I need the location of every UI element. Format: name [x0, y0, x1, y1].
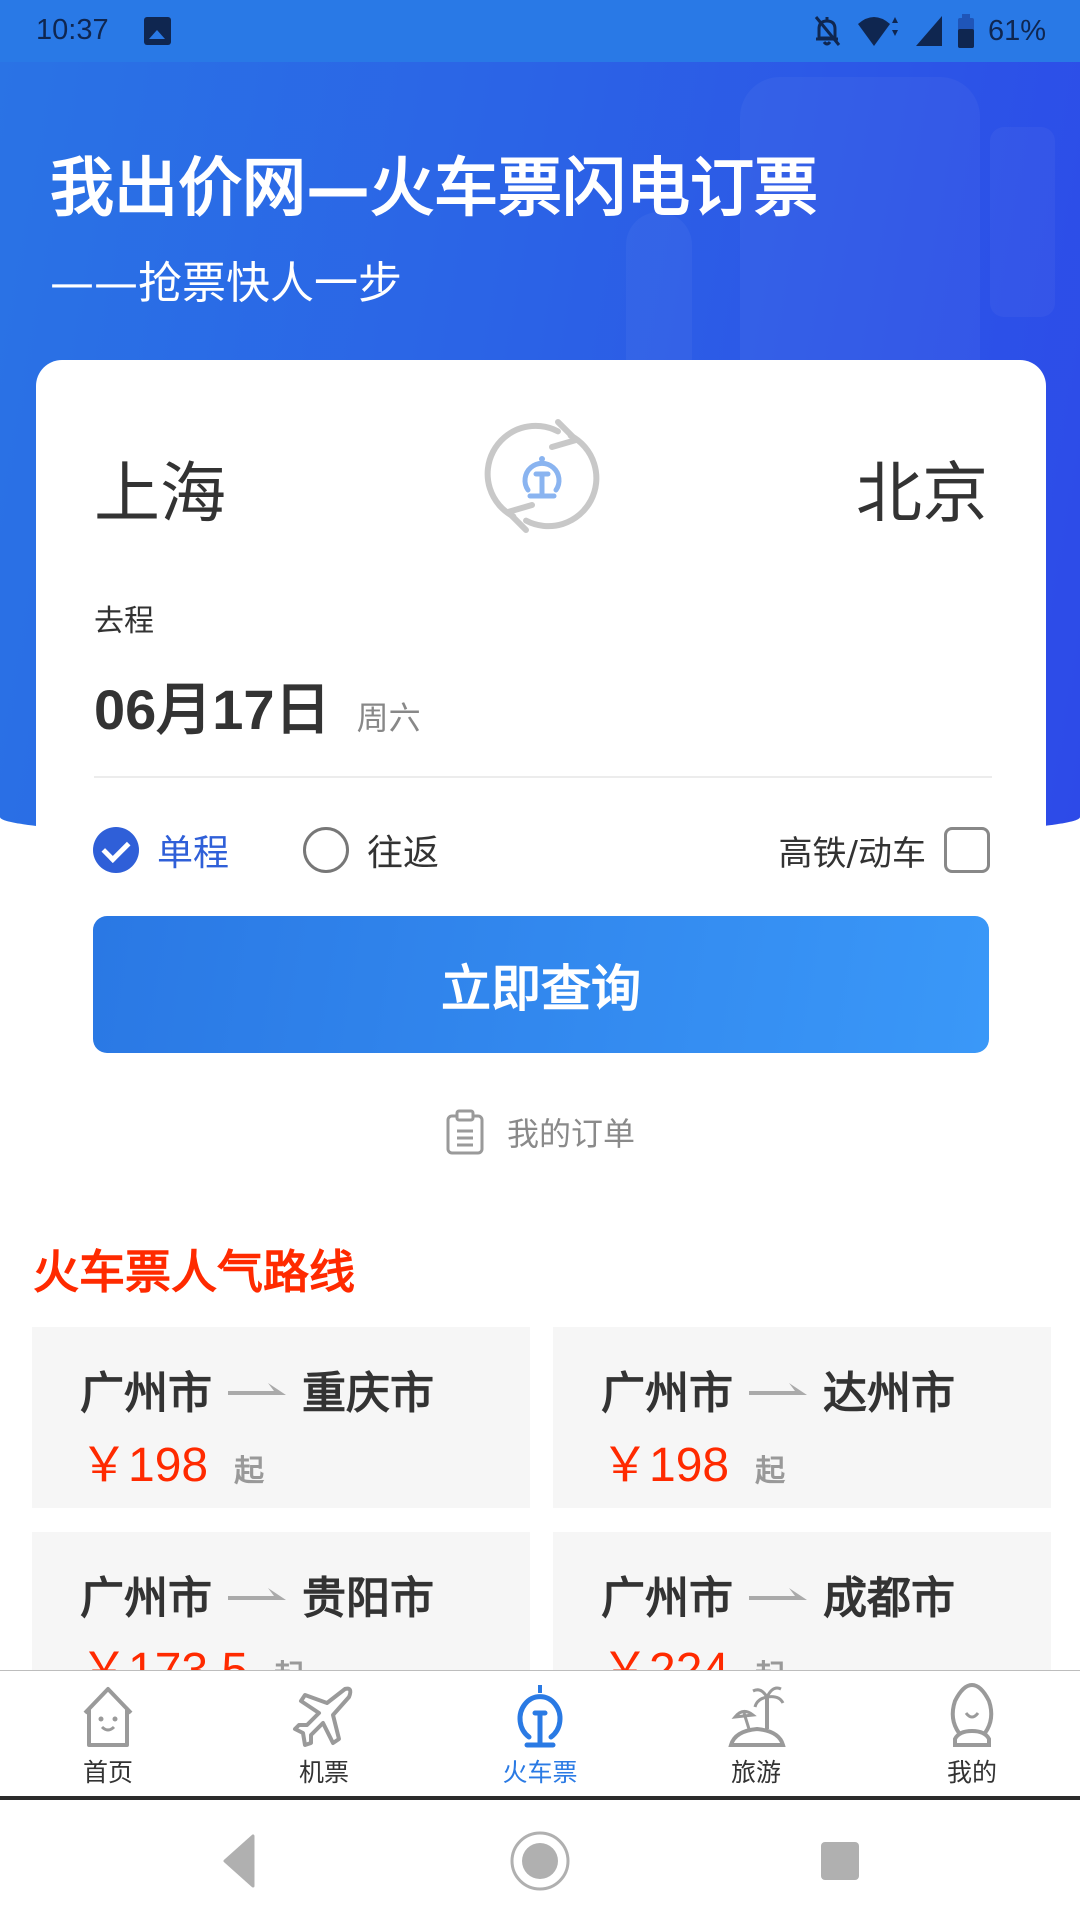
tab-label: 我的: [946, 1758, 997, 1787]
tab-trains[interactable]: 火车票: [432, 1671, 648, 1796]
route-card[interactable]: 广州市 达州市 ￥198 起: [553, 1327, 1051, 1508]
price-value: ￥198: [80, 1439, 209, 1492]
route-from: 广州市: [601, 1368, 733, 1419]
route-line: 广州市 贵阳市: [80, 1562, 434, 1626]
home-icon: [83, 1687, 133, 1747]
route-from: 广州市: [80, 1573, 212, 1624]
status-bar: 10:37 61%: [0, 0, 1080, 62]
high-speed-checkbox[interactable]: [944, 827, 990, 873]
price-suffix: 起: [755, 1454, 786, 1489]
battery-percent: 61%: [987, 14, 1046, 47]
tab-label: 首页: [82, 1758, 133, 1787]
island-icon: [728, 1686, 786, 1747]
route-to: 贵阳市: [302, 1573, 434, 1624]
round-trip-label: 往返: [367, 833, 440, 874]
arrow-right-icon: [228, 1588, 286, 1600]
image-notification-icon: [144, 17, 171, 45]
route-line: 广州市 重庆市: [80, 1357, 434, 1421]
battery-icon: [957, 14, 974, 48]
status-time: 10:37: [36, 14, 109, 46]
route-to: 成都市: [823, 1573, 955, 1624]
tab-label: 机票: [298, 1758, 349, 1787]
route-price: ￥198 起: [80, 1425, 264, 1495]
high-speed-filter[interactable]: 高铁/动车: [779, 822, 990, 878]
route-from: 广州市: [80, 1368, 212, 1419]
route-to: 重庆市: [302, 1368, 434, 1419]
departure-weekday: 周六: [356, 699, 421, 737]
radio-round-trip[interactable]: 往返: [303, 822, 439, 878]
arrow-right-icon: [228, 1383, 286, 1395]
high-speed-label: 高铁/动车: [778, 833, 926, 874]
date-picker[interactable]: 06月17日 周六: [94, 665, 421, 746]
my-orders-link[interactable]: 我的订单: [0, 1104, 1080, 1160]
tab-label: 旅游: [730, 1758, 781, 1787]
home-button-icon[interactable]: [505, 1828, 575, 1894]
plane-icon: [293, 1686, 353, 1747]
route-price: ￥198 起: [601, 1425, 785, 1495]
railway-icon: [517, 1685, 563, 1748]
popular-routes-title: 火车票人气路线: [33, 1245, 355, 1299]
divider: [94, 776, 992, 778]
radio-unchecked-icon[interactable]: [303, 827, 349, 873]
tab-travel[interactable]: 旅游: [648, 1671, 864, 1796]
back-icon[interactable]: [205, 1828, 275, 1894]
radio-one-way[interactable]: 单程: [93, 822, 229, 878]
route-from: 广州市: [601, 1573, 733, 1624]
route-to: 达州市: [823, 1368, 955, 1419]
radio-checked-icon[interactable]: [93, 827, 139, 873]
route-line: 广州市 成都市: [601, 1562, 955, 1626]
cell-signal-icon: [915, 16, 942, 46]
route-card[interactable]: 广州市 重庆市 ￥198 起: [32, 1327, 530, 1508]
price-value: ￥198: [601, 1439, 730, 1492]
route-line: 广州市 达州市: [601, 1357, 955, 1421]
page-subtitle: ——抢票快人一步: [50, 258, 402, 309]
tab-home[interactable]: 首页: [0, 1671, 216, 1796]
trip-options: 单程 往返 高铁/动车: [93, 822, 990, 878]
departure-date[interactable]: 06月17日: [94, 665, 331, 746]
status-icons: 61%: [812, 12, 1046, 50]
swap-railway-icon[interactable]: [480, 414, 604, 538]
profile-icon: [950, 1683, 994, 1747]
recents-icon[interactable]: [805, 1828, 875, 1894]
arrow-right-icon: [749, 1383, 807, 1395]
page-title: 我出价网—火车票闪电订票: [50, 152, 818, 226]
my-orders-label: 我的订单: [506, 1115, 635, 1153]
one-way-label: 单程: [157, 833, 230, 874]
clipboard-icon: [446, 1109, 484, 1155]
app-screen: 10:37 61% 我出价网—火车票闪电订票 ——抢票快人一步 上海 北京 去程…: [0, 0, 1080, 1920]
trip-label: 去程: [94, 604, 154, 639]
search-button[interactable]: 立即查询: [93, 916, 989, 1053]
arrow-right-icon: [749, 1588, 807, 1600]
bottom-tab-bar: 首页 机票 火车票 旅游 我的: [0, 1670, 1080, 1800]
to-city[interactable]: 北京: [856, 440, 988, 536]
from-city[interactable]: 上海: [94, 440, 226, 536]
wifi-icon: [857, 17, 898, 46]
tab-label: 火车票: [502, 1758, 578, 1787]
bell-off-icon: [814, 16, 841, 46]
tab-profile[interactable]: 我的: [864, 1671, 1080, 1796]
system-nav-bar: [0, 1800, 1080, 1920]
tab-flights[interactable]: 机票: [216, 1671, 432, 1796]
price-suffix: 起: [234, 1454, 265, 1489]
decor-building: [990, 127, 1055, 317]
